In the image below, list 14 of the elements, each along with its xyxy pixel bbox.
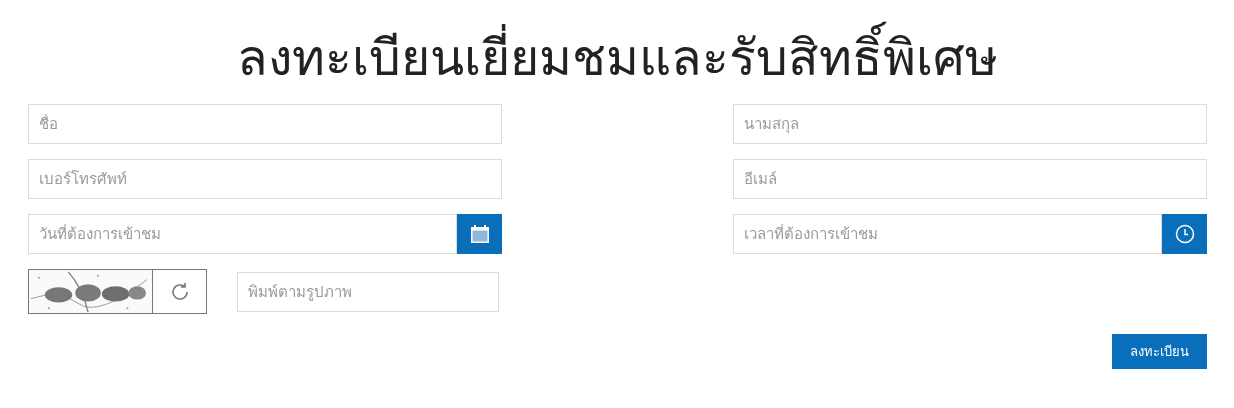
date-picker-button[interactable] — [457, 214, 502, 254]
time-picker-button[interactable] — [1162, 214, 1207, 254]
input-field[interactable]: ชื่อ — [28, 104, 502, 144]
input-field[interactable]: นามสกุล — [733, 104, 1207, 144]
register-button[interactable]: ลงทะเบียน — [1112, 334, 1207, 369]
input-field[interactable]: เบอร์โทรศัพท์ — [28, 159, 502, 199]
calendar-icon — [469, 224, 490, 244]
date-field[interactable]: วันที่ต้องการเข้าชม — [28, 214, 457, 254]
refresh-button[interactable] — [153, 269, 207, 314]
clock-icon — [1174, 224, 1195, 244]
input-field[interactable]: อีเมล์ — [733, 159, 1207, 199]
captcha-field[interactable]: พิมพ์ตามรูปภาพ — [237, 271, 499, 312]
time-field[interactable]: เวลาที่ต้องการเข้าชม — [733, 214, 1162, 254]
page-title: ลงทะเบียนเยี่ยมชมและรับสิทธิ์พิเศษ — [28, 0, 1207, 100]
